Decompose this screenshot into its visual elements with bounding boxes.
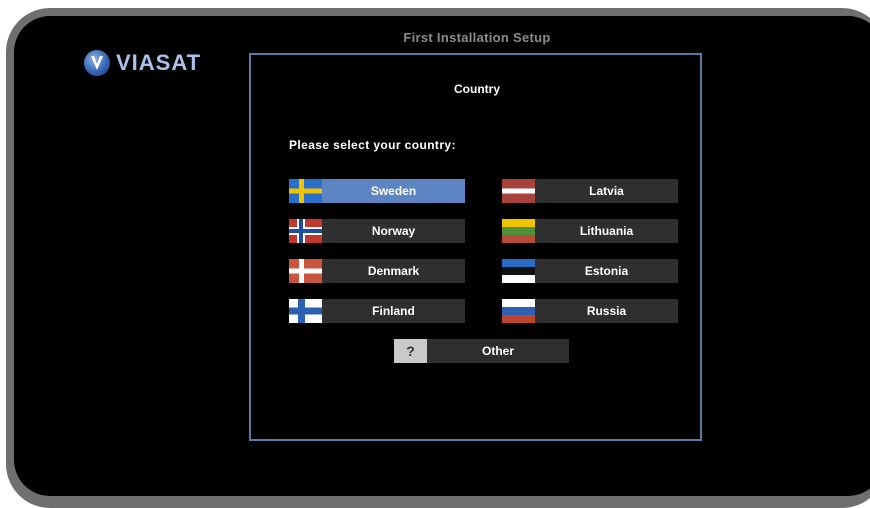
- denmark-flag-icon: [289, 259, 322, 283]
- country-button-latvia[interactable]: Latvia: [502, 179, 678, 203]
- question-mark-icon: ?: [394, 339, 427, 363]
- lithuania-flag-icon: [502, 219, 535, 243]
- country-button-russia[interactable]: Russia: [502, 299, 678, 323]
- norway-flag-icon: [289, 219, 322, 243]
- country-label: Other: [481, 344, 514, 358]
- country-label: Norway: [371, 224, 416, 238]
- estonia-flag-icon: [502, 259, 535, 283]
- country-button-norway[interactable]: Norway: [289, 219, 465, 243]
- brand-name: VIASAT: [116, 50, 202, 75]
- viasat-logo-icon: [84, 50, 110, 76]
- country-button-denmark[interactable]: Denmark: [289, 259, 465, 283]
- sweden-flag-icon: [289, 179, 322, 203]
- viasat-logo: VIASAT: [84, 50, 201, 76]
- finland-flag-icon: [289, 299, 322, 323]
- country-button-finland[interactable]: Finland: [289, 299, 465, 323]
- country-label: Denmark: [367, 264, 420, 278]
- country-label: Russia: [586, 304, 627, 318]
- country-button-estonia[interactable]: Estonia: [502, 259, 678, 283]
- country-dialog: [249, 53, 702, 441]
- country-label: Latvia: [589, 184, 624, 198]
- country-button-other[interactable]: ? Other: [394, 339, 569, 363]
- country-label: Lithuania: [579, 224, 634, 238]
- select-country-prompt: Please select your country:: [289, 138, 456, 152]
- country-button-lithuania[interactable]: Lithuania: [502, 219, 678, 243]
- country-button-sweden[interactable]: Sweden: [289, 179, 465, 203]
- russia-flag-icon: [502, 299, 535, 323]
- page-title: First Installation Setup: [403, 30, 551, 45]
- country-label: Finland: [372, 304, 415, 318]
- country-label: Sweden: [370, 184, 417, 198]
- dialog-title: Country: [454, 82, 500, 96]
- country-label: Estonia: [584, 264, 629, 278]
- latvia-flag-icon: [502, 179, 535, 203]
